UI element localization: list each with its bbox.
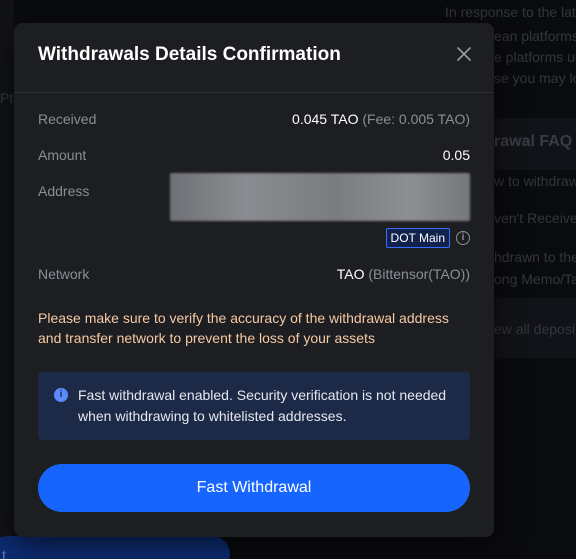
- network-tag-badge: DOT Main: [385, 228, 450, 248]
- network-value-group: TAO (Bittensor(TAO)): [337, 266, 470, 282]
- amount-label: Amount: [38, 147, 87, 163]
- info-icon[interactable]: i: [456, 231, 470, 245]
- background-link: ong Memo/Ta: [494, 271, 576, 287]
- address-label: Address: [38, 183, 90, 199]
- background-link: w to withdraw: [494, 173, 576, 189]
- background-text-left: Pt: [0, 90, 14, 106]
- received-row: Received 0.045 TAO (Fee: 0.005 TAO): [38, 111, 470, 127]
- background-link: ven't Receive: [494, 210, 576, 226]
- close-icon: [457, 47, 471, 61]
- received-value-group: 0.045 TAO (Fee: 0.005 TAO): [292, 111, 470, 127]
- fee-value: (Fee: 0.005 TAO): [362, 111, 470, 127]
- withdrawal-confirmation-modal: Withdrawals Details Confirmation Receive…: [14, 23, 494, 537]
- background-button: t: [0, 536, 230, 559]
- fast-withdrawal-button[interactable]: Fast Withdrawal: [38, 464, 470, 512]
- background-text: se you may lo: [494, 70, 576, 86]
- background-text: ean platforms: [494, 28, 576, 44]
- modal-header: Withdrawals Details Confirmation: [14, 23, 494, 93]
- background-link: ew all deposi: [494, 321, 575, 337]
- network-row: Network TAO (Bittensor(TAO)): [38, 266, 470, 282]
- amount-row: Amount 0.05: [38, 147, 470, 163]
- amount-value: 0.05: [442, 147, 470, 163]
- modal-title: Withdrawals Details Confirmation: [38, 44, 341, 65]
- notice-text: Fast withdrawal enabled. Security verifi…: [78, 387, 447, 424]
- fast-withdrawal-notice: i Fast withdrawal enabled. Security veri…: [38, 372, 470, 440]
- received-value: 0.045 TAO: [292, 111, 359, 127]
- background-panel: [0, 0, 14, 559]
- network-label: Network: [38, 266, 90, 282]
- background-text: e platforms ur: [494, 49, 576, 65]
- background-text: In response to the lat: [445, 4, 576, 20]
- address-value-redacted: [170, 173, 470, 221]
- background-link: hdrawn to the: [494, 249, 576, 265]
- close-button[interactable]: [454, 44, 474, 64]
- network-detail: (Bittensor(TAO)): [368, 266, 470, 282]
- received-label: Received: [38, 111, 97, 127]
- network-value: TAO: [336, 266, 365, 282]
- address-tag-row: DOT Main i: [385, 228, 470, 248]
- background-heading: rawal FAQ: [494, 133, 573, 150]
- warning-text: Please make sure to verify the accuracy …: [38, 310, 449, 346]
- info-filled-icon: i: [54, 388, 68, 402]
